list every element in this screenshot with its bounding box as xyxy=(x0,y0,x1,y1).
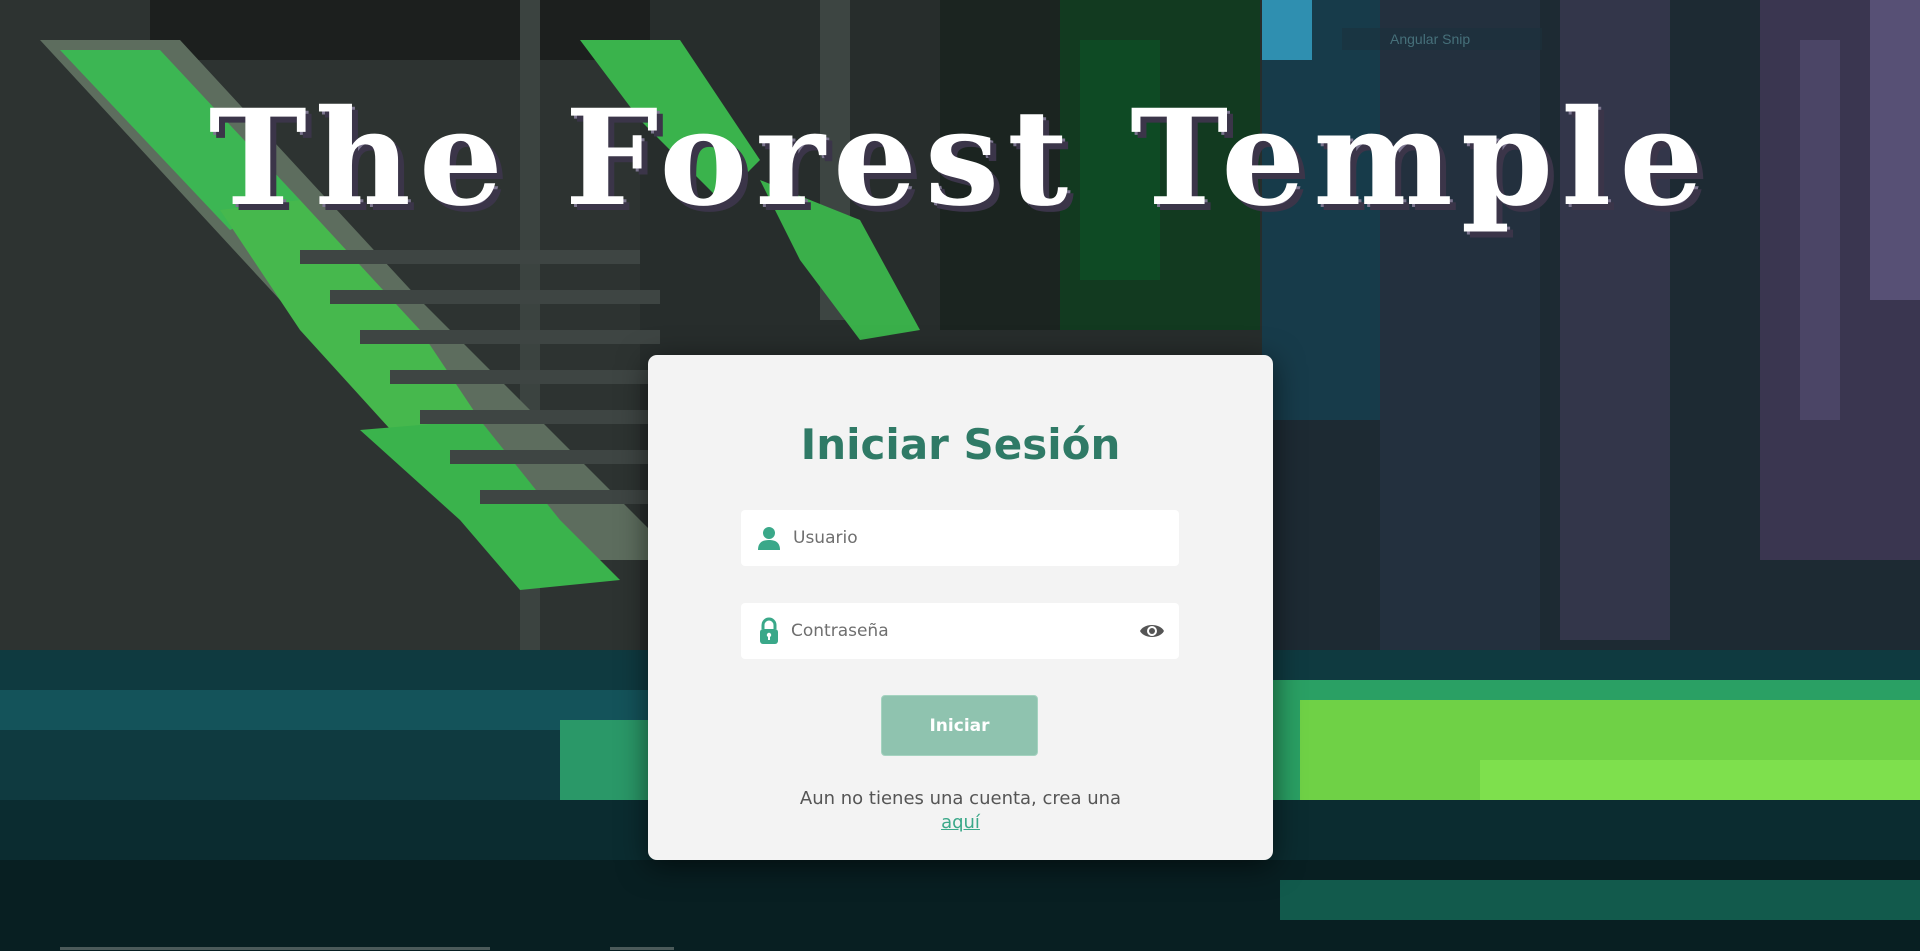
scrollbar-segment xyxy=(610,947,674,950)
user-icon xyxy=(758,527,780,550)
lock-icon xyxy=(760,617,778,644)
username-input[interactable] xyxy=(793,510,1133,566)
eye-icon[interactable] xyxy=(1139,619,1165,643)
login-heading: Iniciar Sesión xyxy=(800,420,1121,469)
signup-prompt-text: Aun no tienes una cuenta, crea una xyxy=(799,788,1122,809)
login-button[interactable]: Iniciar xyxy=(881,695,1038,756)
angular-snip-overlay[interactable]: Angular Snip xyxy=(1342,28,1542,50)
password-input[interactable] xyxy=(791,603,1131,659)
login-card: Iniciar Sesión Iniciar A xyxy=(648,355,1273,860)
page-title: The Forest Temple xyxy=(208,81,1712,236)
password-field[interactable] xyxy=(741,603,1179,659)
signup-link[interactable]: aquí xyxy=(941,812,980,833)
login-page: Angular Snip The Forest Temple Iniciar S… xyxy=(0,0,1920,951)
signup-prompt: Aun no tienes una cuenta, crea una aquí xyxy=(648,787,1273,835)
scrollbar-track[interactable] xyxy=(60,947,490,950)
username-field[interactable] xyxy=(741,510,1179,566)
